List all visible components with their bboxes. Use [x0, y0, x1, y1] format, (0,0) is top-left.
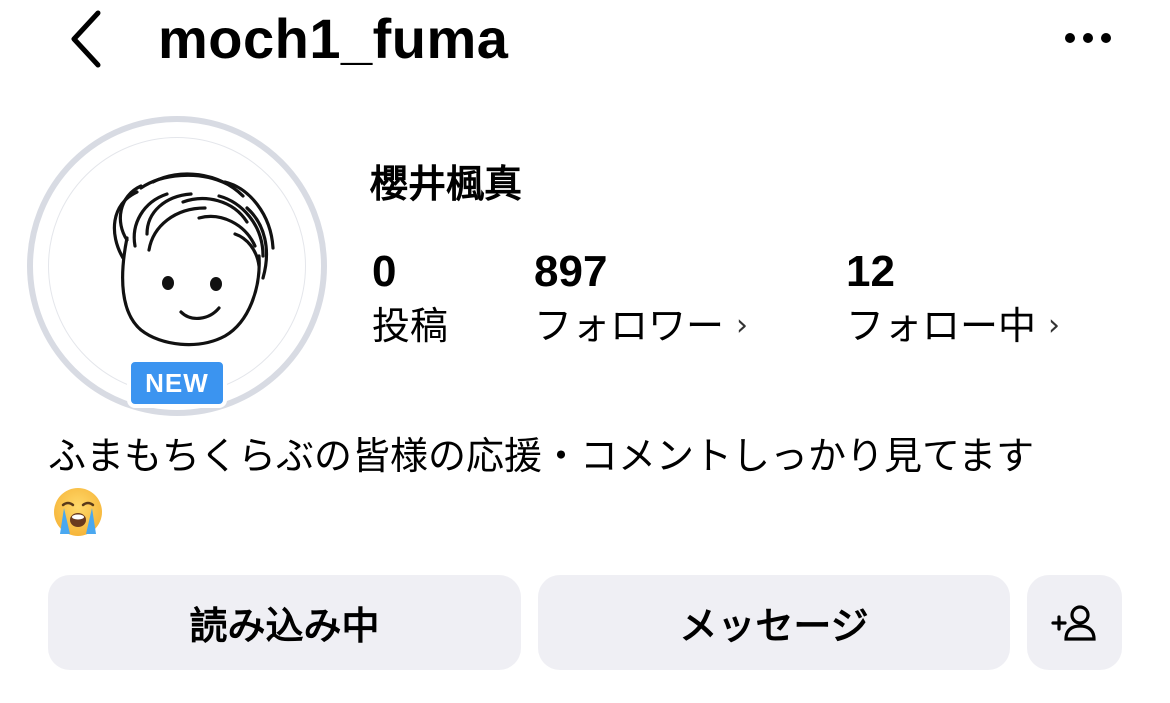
chevron-right-icon: ›	[1048, 308, 1061, 343]
chevron-right-icon: ›	[736, 308, 749, 343]
posts-label: 投稿	[372, 304, 449, 348]
avatar-image	[48, 137, 306, 395]
bio-text: ふまもちくらぶの皆様の応援・コメントしっかり見てます	[48, 434, 1035, 478]
suggest-people-button[interactable]	[1027, 575, 1122, 670]
new-badge: NEW	[127, 358, 227, 408]
add-person-icon	[1050, 604, 1096, 641]
message-button[interactable]: メッセージ	[538, 575, 1010, 670]
followers-count: 897	[534, 247, 608, 296]
following-label: フォロー中	[846, 304, 1037, 348]
chevron-left-icon	[71, 10, 101, 68]
display-name: 櫻井楓真	[370, 162, 523, 206]
stat-posts: 0 投稿	[372, 246, 448, 354]
face-drawing	[112, 172, 275, 347]
more-options-button[interactable]	[1052, 12, 1124, 64]
followers-label: フォロワー	[534, 304, 725, 348]
following-count: 12	[846, 247, 895, 296]
stat-following[interactable]: 12 フォロー中 ›	[846, 246, 1060, 354]
profile-username: moch1_fuma	[158, 7, 509, 70]
posts-count: 0	[372, 247, 397, 296]
loudly-crying-face-icon	[52, 486, 104, 538]
back-button[interactable]	[58, 6, 114, 72]
stat-followers[interactable]: 897 フォロワー ›	[534, 246, 748, 354]
more-dots-icon	[1065, 33, 1111, 43]
follow-button[interactable]: 読み込み中	[48, 575, 521, 670]
